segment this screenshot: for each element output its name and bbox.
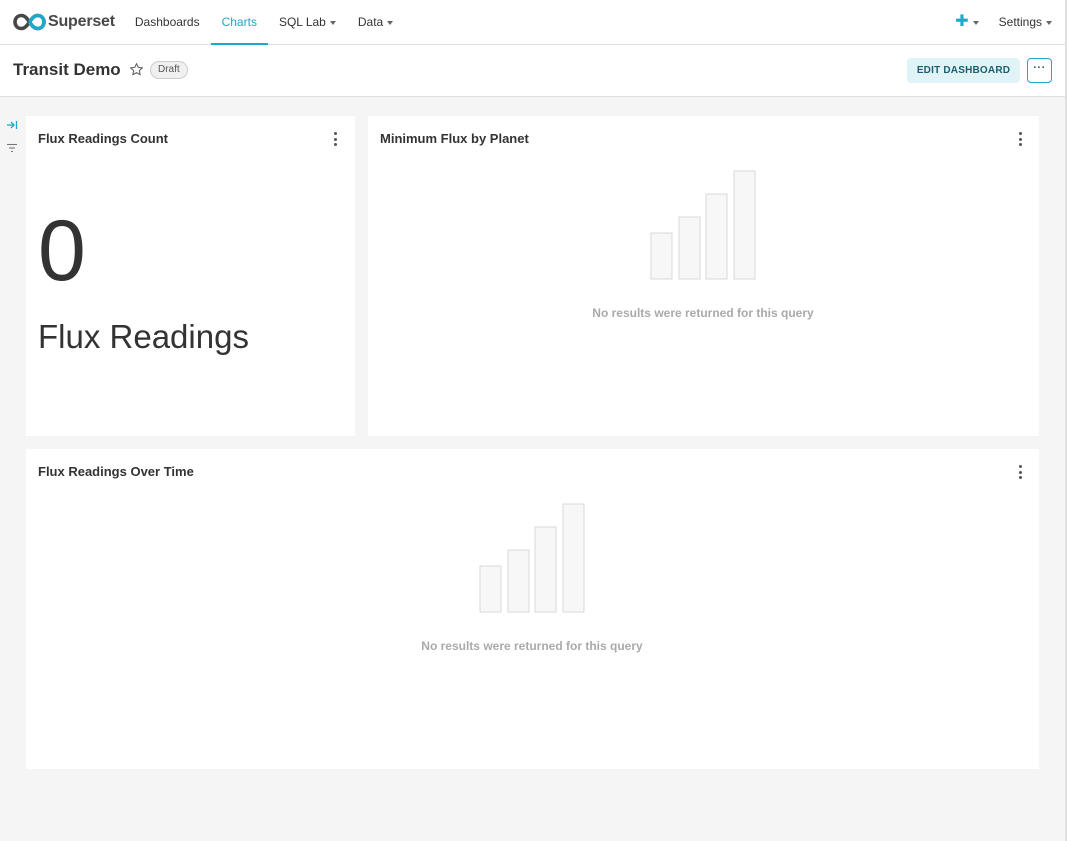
top-navbar: Superset Dashboards Charts SQL Lab Data … — [0, 0, 1065, 45]
empty-chart-icon — [650, 170, 756, 280]
chart-menu-kebab-icon[interactable] — [1015, 132, 1025, 146]
nav-right: ✚ Settings — [955, 0, 1052, 45]
edit-dashboard-button[interactable]: EDIT DASHBOARD — [907, 58, 1020, 83]
more-actions-button[interactable]: ··· — [1027, 58, 1052, 83]
nav-sql-lab-label: SQL Lab — [278, 15, 326, 29]
caret-down-icon — [1046, 20, 1052, 25]
chart-title: Flux Readings Over Time — [38, 464, 194, 479]
chart-menu-kebab-icon[interactable] — [1015, 465, 1025, 479]
chart-title: Flux Readings Count — [38, 131, 168, 146]
dashboard-title[interactable]: Transit Demo — [13, 60, 121, 80]
status-badge: Draft — [150, 61, 188, 79]
empty-state-message: No results were returned for this query — [421, 639, 643, 653]
caret-down-icon — [387, 20, 394, 25]
nav-sql-lab[interactable]: SQL Lab — [268, 0, 347, 45]
big-number-subheader: Flux Readings — [38, 318, 249, 355]
chart-card-flux-readings-count: Flux Readings Count 0 Flux Readings — [26, 116, 355, 436]
brand[interactable]: Superset — [13, 12, 115, 32]
filter-icon[interactable] — [6, 143, 18, 153]
new-menu-button[interactable]: ✚ — [955, 13, 979, 30]
settings-label: Settings — [998, 15, 1042, 29]
nav-dashboards[interactable]: Dashboards — [124, 0, 211, 45]
chart-card-minimum-flux-by-planet: Minimum Flux by Planet No results were r… — [368, 116, 1039, 436]
caret-down-icon — [329, 20, 336, 25]
nav-data[interactable]: Data — [347, 0, 404, 45]
empty-chart-icon — [479, 503, 585, 613]
nav-charts-label: Charts — [221, 15, 257, 29]
expand-filters-icon[interactable] — [6, 120, 18, 130]
settings-menu[interactable]: Settings — [999, 15, 1052, 29]
caret-down-icon — [972, 20, 979, 25]
nav-dashboards-label: Dashboards — [134, 15, 200, 29]
chart-title: Minimum Flux by Planet — [380, 131, 529, 146]
app-root: Superset Dashboards Charts SQL Lab Data … — [0, 0, 1067, 841]
nav-charts[interactable]: Charts — [210, 0, 269, 45]
brand-name: Superset — [48, 13, 115, 30]
empty-state-message: No results were returned for this query — [592, 306, 814, 320]
big-number-value: 0 — [38, 203, 86, 299]
main-nav: Dashboards Charts SQL Lab Data — [124, 0, 404, 45]
chart-card-flux-readings-over-time: Flux Readings Over Time No results were … — [26, 449, 1039, 769]
nav-data-label: Data — [357, 15, 384, 29]
chart-menu-kebab-icon[interactable] — [330, 132, 340, 146]
star-icon[interactable] — [129, 62, 144, 77]
superset-logo-icon — [13, 13, 46, 31]
dashboard-header: Transit Demo Draft EDIT DASHBOARD ··· — [0, 45, 1065, 97]
ellipsis-icon: ··· — [1033, 62, 1046, 74]
plus-icon: ✚ — [955, 13, 969, 30]
